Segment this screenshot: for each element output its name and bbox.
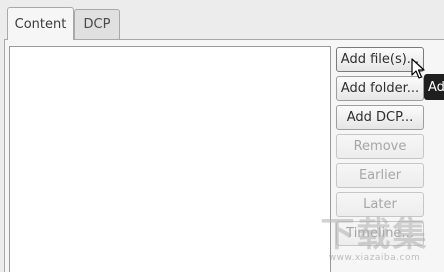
add-files-label: Add file(s)... <box>340 52 420 67</box>
tooltip-text: Ad <box>428 79 444 95</box>
watermark-url: www.xiazaiba.com <box>328 253 421 263</box>
remove-button[interactable]: Remove <box>336 134 424 159</box>
tab-content[interactable]: Content <box>7 7 74 40</box>
add-dcp-label: Add DCP... <box>346 110 414 125</box>
earlier-label: Earlier <box>358 168 402 183</box>
add-folder-label: Add folder... <box>340 81 420 96</box>
watermark-logo: 下载集 <box>320 215 429 255</box>
tab-bar: Content DCP <box>0 0 444 40</box>
tooltip: Ad <box>424 74 444 100</box>
tab-dcp-label: DCP <box>83 17 111 32</box>
watermark: 下载集 www.xiazaiba.com <box>305 210 444 272</box>
tab-dcp[interactable]: DCP <box>74 9 120 39</box>
tab-content-label: Content <box>14 16 67 32</box>
content-list[interactable] <box>9 46 331 272</box>
add-dcp-button[interactable]: Add DCP... <box>336 105 424 130</box>
remove-label: Remove <box>353 139 407 154</box>
earlier-button[interactable]: Earlier <box>336 163 424 188</box>
mouse-pointer-icon <box>411 58 425 79</box>
